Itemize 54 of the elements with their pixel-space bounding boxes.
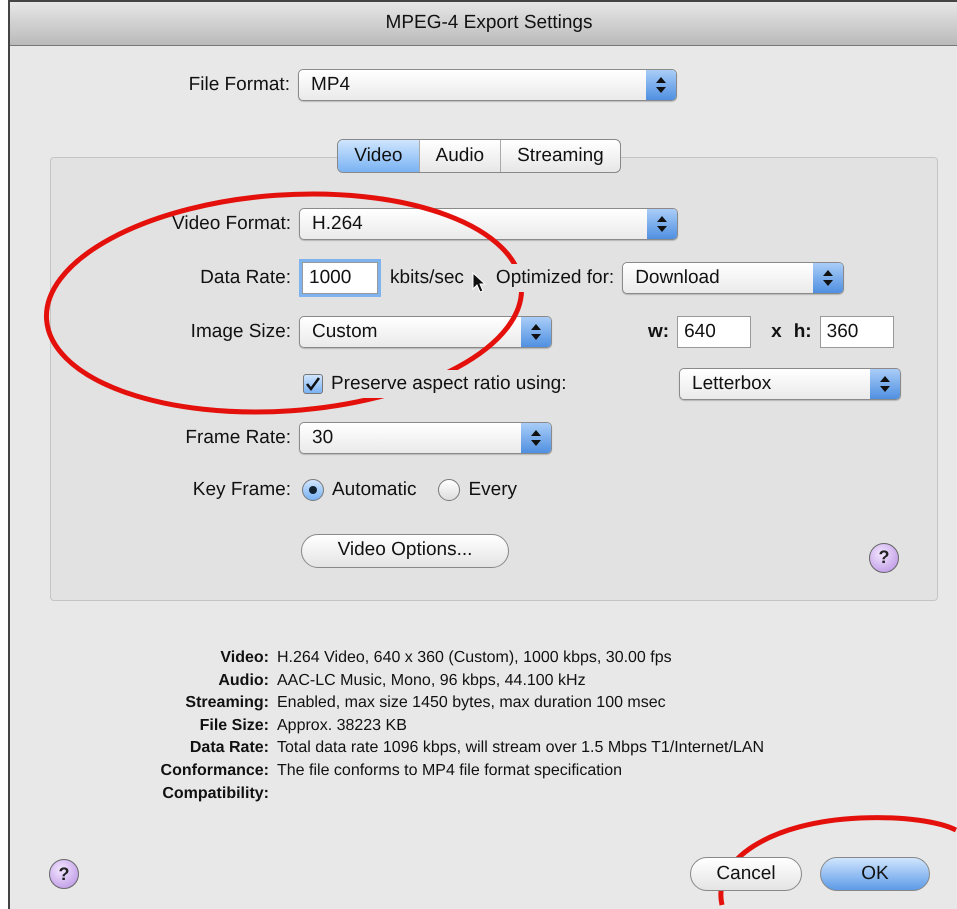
summary-value: AAC-LC Music, Mono, 96 kbps, 44.100 kHz (277, 670, 587, 691)
summary-label: File Size: (198, 716, 269, 736)
help-button[interactable]: ? (49, 859, 79, 890)
popup-menu[interactable]: Custom (299, 316, 552, 348)
height-field[interactable]: 360 (820, 316, 894, 348)
width-field[interactable]: 640 (677, 316, 752, 348)
summary-value: H.264 Video, 640 x 360 (Custom), 1000 kbps, 30.00 fps (277, 648, 673, 668)
popup-menu[interactable]: Letterbox (679, 368, 901, 400)
summary-value: Enabled, max size 1450 bytes, max duration 100 msec (277, 693, 667, 714)
tab[interactable]: Video (338, 140, 420, 172)
ok-button[interactable]: OK (820, 857, 930, 892)
popup-menu[interactable]: Download (622, 262, 844, 294)
tab[interactable]: Streaming (501, 140, 620, 172)
field-label: File Format: (188, 72, 290, 97)
updown-arrows-icon (655, 75, 667, 95)
field-label: Frame Rate: (184, 426, 291, 450)
video-options-button[interactable]: Video Options... (301, 534, 509, 568)
updown-arrows-icon (530, 428, 542, 448)
updown-arrows-icon (656, 214, 668, 234)
popup-menu[interactable]: 30 (299, 422, 552, 454)
unit-label: kbits/sec (390, 266, 464, 290)
popup-menu[interactable]: MP4 (298, 69, 677, 101)
window-title: MPEG-4 Export Settings (386, 11, 592, 36)
radio-button[interactable] (302, 479, 324, 502)
popup-menu[interactable]: H.264 (299, 208, 678, 240)
summary-value: Approx. 38223 KB (277, 716, 408, 736)
radio-button[interactable] (438, 479, 460, 502)
updown-arrows-icon (879, 374, 891, 394)
times-label: x (771, 320, 782, 344)
field-label: Data Rate: (199, 266, 291, 290)
summary-label: Streaming: (184, 693, 269, 714)
summary-value: Total data rate 1096 kbps, will stream over 1.5 Mbps T1/Internet/LAN (277, 738, 766, 758)
updown-arrows-icon (530, 322, 542, 342)
field-label: w: (648, 320, 670, 344)
summary-label: Data Rate: (188, 738, 269, 758)
summary-label: Audio: (217, 670, 269, 691)
mouse-pointer-icon (472, 272, 488, 294)
summary-label: Compatibility: (161, 784, 269, 804)
field-label: Key Frame: (192, 478, 291, 502)
field-label: Video Format: (171, 212, 291, 236)
summary-label: Video: (219, 648, 269, 668)
field-label: h: (794, 320, 812, 344)
field-label: Image Size: (190, 320, 291, 344)
checkbox[interactable] (303, 374, 323, 394)
help-button[interactable]: ? (869, 542, 899, 572)
cancel-button[interactable]: Cancel (690, 857, 802, 892)
tab[interactable]: Audio (420, 140, 502, 172)
summary-value: The file conforms to MP4 file format specification (277, 760, 624, 781)
summary-label: Conformance: (160, 760, 269, 781)
radio-label: Every (468, 478, 518, 502)
field-label: Optimized for: (496, 264, 614, 292)
radio-label: Automatic (332, 478, 416, 502)
data-rate-field[interactable]: 1000 (302, 262, 378, 294)
updown-arrows-icon (822, 268, 834, 288)
